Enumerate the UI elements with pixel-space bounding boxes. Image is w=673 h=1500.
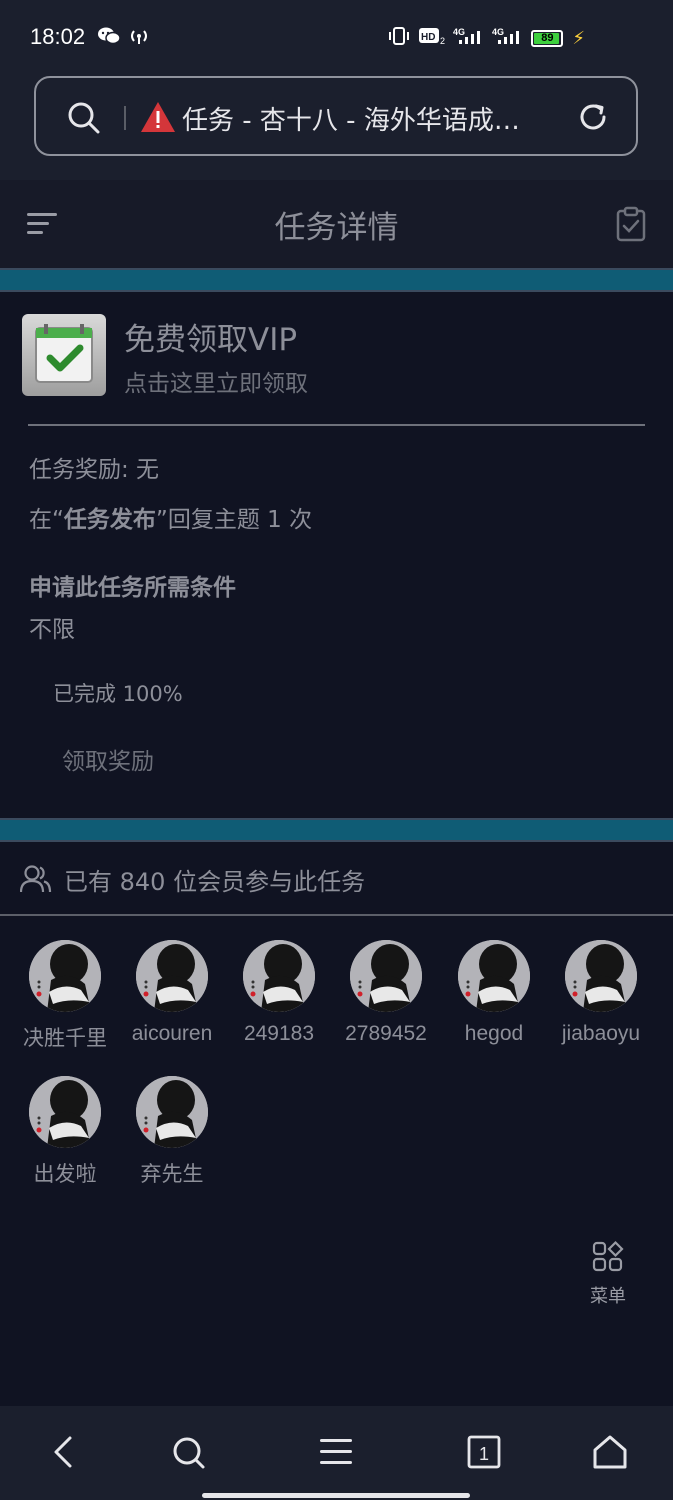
address-separator: [124, 106, 126, 130]
hd-icon: HD 2: [418, 26, 446, 50]
vip-subtitle[interactable]: 点击这里立即领取: [124, 364, 308, 398]
browser-toolbar: 任务 - 杏十八 - 海外华语成…: [0, 74, 673, 180]
home-indicator: [202, 1493, 470, 1498]
reload-icon[interactable]: [576, 100, 610, 138]
hotspot-icon: [128, 26, 150, 50]
floating-menu-button[interactable]: 菜单: [582, 1240, 634, 1308]
member-name[interactable]: 249183: [225, 1022, 333, 1046]
avatar[interactable]: [350, 940, 422, 1012]
task-instruction: 在“任务发布”回复主题 1 次: [29, 500, 312, 534]
page-title: 任务详情: [274, 210, 399, 246]
vibrate-icon: [387, 26, 411, 50]
svg-text:4G: 4G: [453, 27, 465, 37]
address-bar[interactable]: 任务 - 杏十八 - 海外华语成…: [34, 76, 638, 156]
instruction-prefix: 在“: [29, 507, 64, 533]
warning-icon[interactable]: [140, 100, 176, 138]
member-item[interactable]: 出发啦: [11, 1076, 119, 1188]
signal-4g-icon: 4G: [492, 26, 524, 50]
svg-text:4G: 4G: [492, 27, 504, 37]
grid-menu-icon[interactable]: [591, 1240, 625, 1278]
progress-text: 已完成 100%: [53, 682, 183, 706]
address-text[interactable]: 任务 - 杏十八 - 海外华语成…: [182, 100, 552, 137]
browser-bottom-nav: 1: [0, 1406, 673, 1500]
member-name[interactable]: 2789452: [332, 1022, 440, 1046]
svg-text:1: 1: [479, 1444, 489, 1464]
divider: [28, 424, 645, 426]
menu-icon[interactable]: [318, 1434, 354, 1474]
search-icon[interactable]: [172, 1434, 206, 1474]
wechat-icon: [98, 26, 121, 50]
avatar[interactable]: [136, 1076, 208, 1148]
instruction-suffix: ”回复主题 1 次: [155, 507, 313, 533]
avatar[interactable]: [29, 940, 101, 1012]
avatar[interactable]: [136, 940, 208, 1012]
avatar[interactable]: [565, 940, 637, 1012]
member-item[interactable]: 2789452: [332, 940, 440, 1046]
participants-section: 已有 840 位会员参与此任务 决胜千里 aicouren 249183 278…: [0, 842, 673, 1402]
member-name[interactable]: 出发啦: [11, 1158, 119, 1188]
conditions-value: 不限: [29, 617, 75, 643]
participants-header: 已有 840 位会员参与此任务: [0, 842, 673, 916]
avatar[interactable]: [243, 940, 315, 1012]
member-name[interactable]: 弃先生: [118, 1158, 226, 1188]
member-name[interactable]: 决胜千里: [11, 1022, 119, 1052]
status-bar: 18:02 HD 2 4G 4G 89 ⚡: [0, 0, 673, 74]
member-name[interactable]: jiabaoyu: [547, 1022, 655, 1046]
charging-bolt-icon: ⚡: [572, 27, 585, 49]
svg-text:HD: HD: [421, 32, 435, 43]
avatar[interactable]: [29, 1076, 101, 1148]
task-card: 免费领取VIP 点击这里立即领取 任务奖励: 无 在“任务发布”回复主题 1 次…: [0, 292, 673, 818]
participants-count: 已有 840 位会员参与此任务: [64, 868, 366, 896]
svg-text:2: 2: [440, 36, 445, 46]
forum-link[interactable]: 任务发布: [64, 507, 156, 533]
vip-title[interactable]: 免费领取VIP: [124, 314, 297, 359]
status-time: 18:02: [30, 24, 86, 49]
tabs-icon[interactable]: 1: [466, 1434, 502, 1474]
member-item[interactable]: jiabaoyu: [547, 940, 655, 1046]
member-name[interactable]: aicouren: [118, 1022, 226, 1046]
section-band: [0, 268, 673, 292]
back-icon[interactable]: [50, 1434, 78, 1474]
section-band: [0, 818, 673, 842]
page-header: 任务详情: [0, 180, 673, 268]
battery-level: 89: [541, 32, 554, 44]
clipboard-check-icon[interactable]: [615, 206, 647, 246]
battery-icon: 89: [531, 29, 564, 47]
home-icon[interactable]: [592, 1434, 628, 1474]
search-icon[interactable]: [66, 100, 102, 140]
people-icon: [19, 864, 52, 898]
member-item[interactable]: 决胜千里: [11, 940, 119, 1052]
member-item[interactable]: 249183: [225, 940, 333, 1046]
conditions-title: 申请此任务所需条件: [29, 575, 236, 601]
claim-reward-button[interactable]: 领取奖励: [62, 742, 154, 776]
member-name[interactable]: hegod: [440, 1022, 548, 1046]
task-reward: 任务奖励: 无: [29, 457, 160, 483]
member-item[interactable]: aicouren: [118, 940, 226, 1046]
member-item[interactable]: 弃先生: [118, 1076, 226, 1188]
calendar-check-icon[interactable]: [22, 314, 106, 396]
floating-menu-label[interactable]: 菜单: [582, 1282, 634, 1308]
member-item[interactable]: hegod: [440, 940, 548, 1046]
avatar[interactable]: [458, 940, 530, 1012]
signal-4g-icon: 4G: [453, 26, 485, 50]
